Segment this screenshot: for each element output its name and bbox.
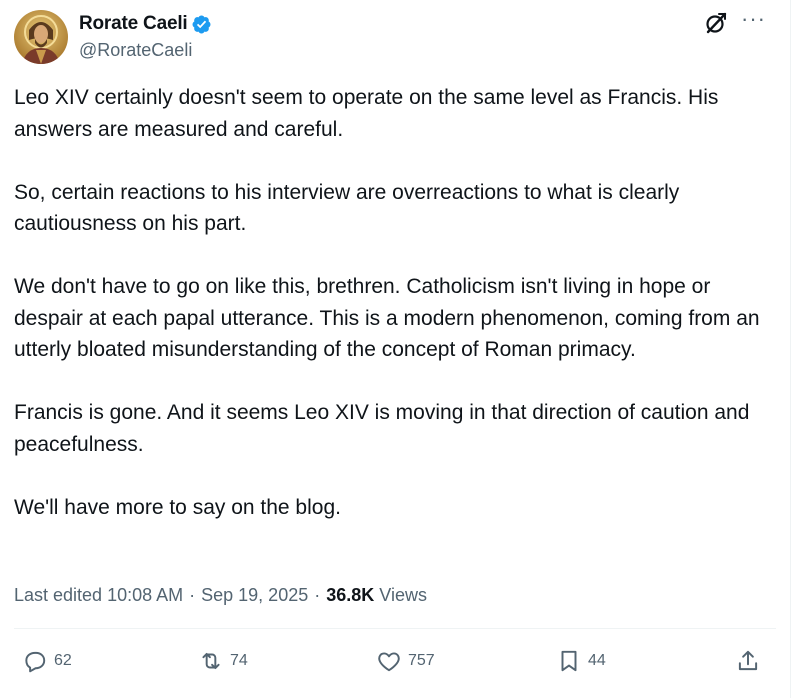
bookmark-icon	[561, 650, 577, 672]
handle[interactable]: @RorateCaeli	[79, 40, 212, 61]
like-count: 757	[408, 652, 435, 669]
more-icon[interactable]: ···	[741, 8, 766, 30]
tweet-text: Leo XIV certainly doesn't seem to operat…	[14, 82, 779, 523]
avatar[interactable]	[14, 10, 68, 64]
tweet-paragraph: Leo XIV certainly doesn't seem to operat…	[14, 86, 719, 141]
verified-badge-icon[interactable]	[191, 14, 212, 35]
bookmark-count: 44	[588, 652, 606, 669]
top-right-controls: ···	[703, 8, 766, 36]
views-label: Views	[379, 585, 427, 605]
tweet-header: Rorate Caeli @RorateCaeli	[14, 10, 212, 64]
reply-count: 62	[54, 652, 72, 669]
views-count: 36.8K	[326, 585, 375, 605]
reply-button[interactable]: 62	[22, 648, 72, 674]
bookmark-button[interactable]: 44	[556, 648, 606, 674]
repost-count: 74	[230, 652, 248, 669]
display-name[interactable]: Rorate Caeli	[79, 13, 188, 35]
reply-icon	[25, 651, 46, 673]
meta-separator: ·	[189, 585, 196, 605]
tweet-meta: Last edited 10:08 AM · Sep 19, 2025 · 36…	[14, 585, 427, 606]
author-names: Rorate Caeli @RorateCaeli	[79, 13, 212, 61]
post-date[interactable]: Sep 19, 2025	[201, 585, 308, 606]
share-button[interactable]	[735, 648, 761, 674]
repost-button[interactable]: 74	[198, 648, 248, 674]
tweet-paragraph: We don't have to go on like this, brethr…	[14, 275, 760, 361]
edited-time[interactable]: Last edited 10:08 AM	[14, 585, 183, 606]
avatar-image	[14, 10, 68, 64]
tweet-paragraph: So, certain reactions to his interview a…	[14, 180, 680, 236]
divider	[14, 628, 776, 629]
meta-separator: ·	[314, 585, 321, 605]
tweet-paragraph: We'll have more to say on the blog.	[14, 495, 341, 519]
share-icon	[738, 650, 758, 671]
grok-icon[interactable]	[703, 10, 729, 36]
action-bar: 62 74 757 44	[0, 648, 791, 682]
tweet-paragraph: Francis is gone. And it seems Leo XIV is…	[14, 401, 750, 456]
repost-icon	[202, 652, 220, 670]
like-button[interactable]: 757	[376, 648, 435, 674]
like-icon	[378, 652, 400, 672]
tweet-card: Rorate Caeli @RorateCaeli ··· Leo XIV ce…	[0, 0, 791, 698]
